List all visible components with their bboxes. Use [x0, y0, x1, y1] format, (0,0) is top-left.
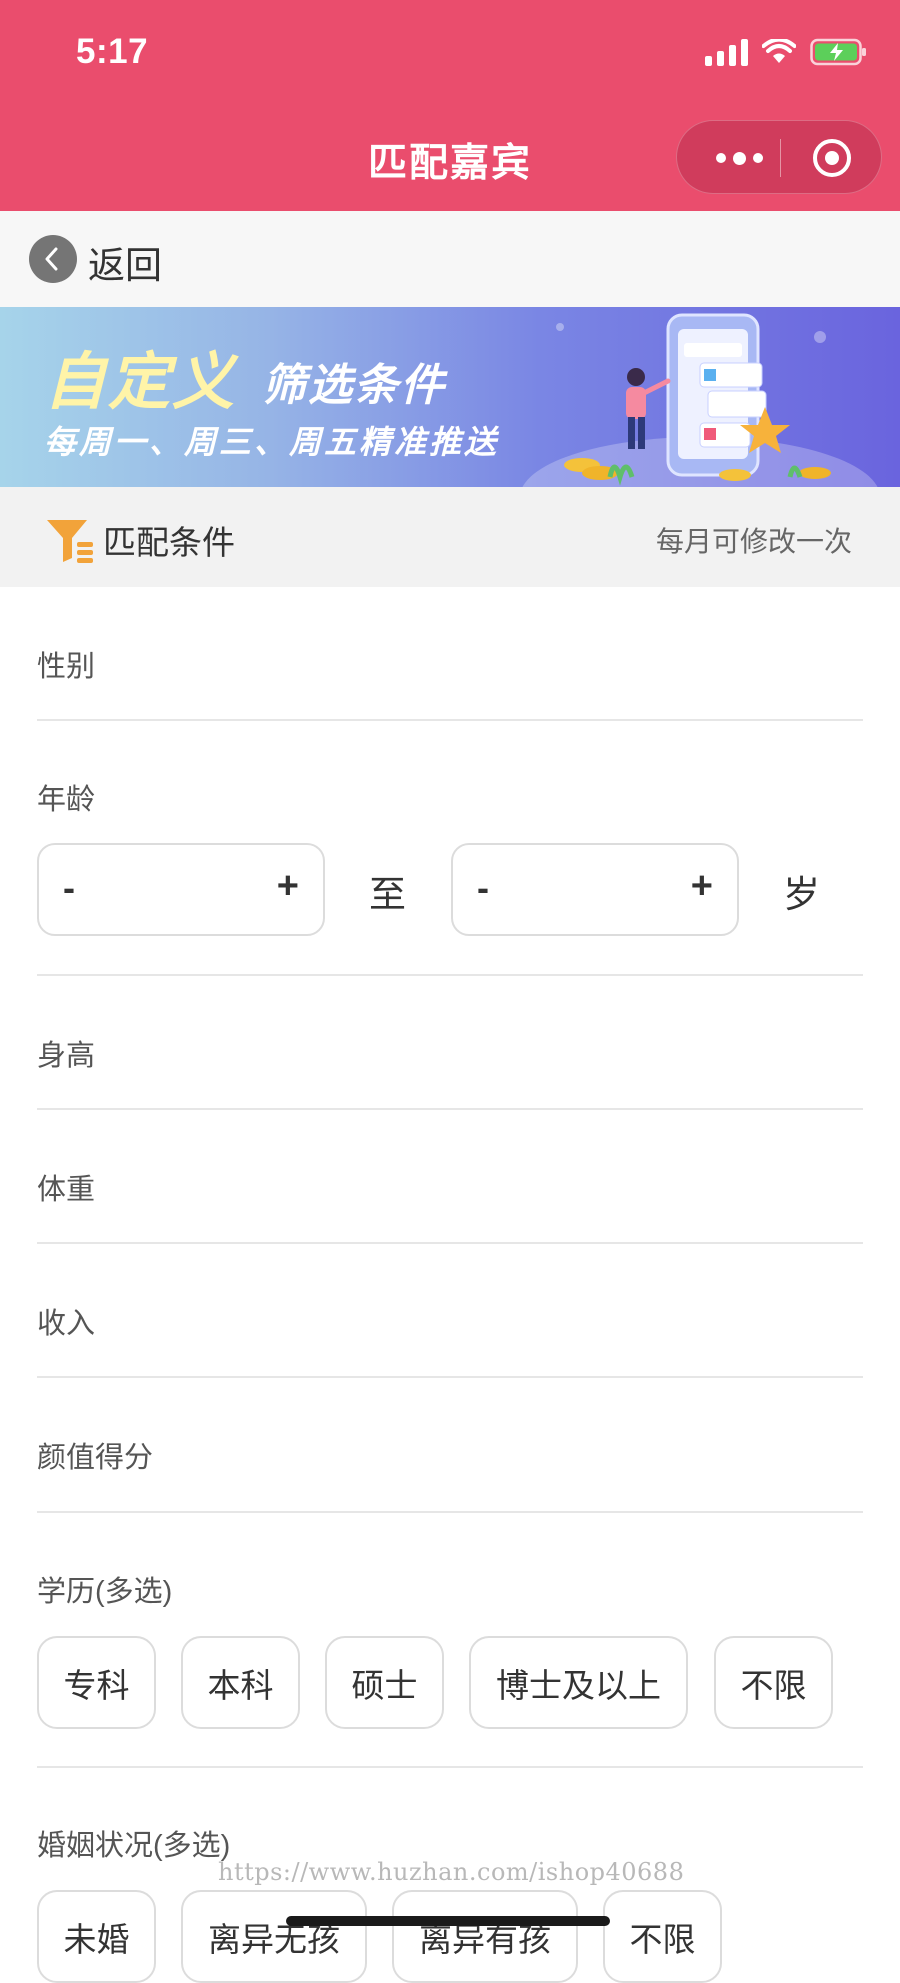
home-indicator[interactable]	[286, 1916, 610, 1926]
back-arrow-icon[interactable]	[29, 235, 77, 283]
mini-program-capsule	[676, 120, 882, 194]
education-option[interactable]: 硕士	[325, 1636, 444, 1729]
battery-charging-icon	[810, 38, 866, 66]
divider	[37, 1376, 863, 1378]
divider	[37, 1511, 863, 1513]
education-label: 学历(多选)	[37, 1576, 173, 1608]
age-min-increment-button[interactable]: +	[277, 865, 299, 908]
income-label[interactable]: 收入	[37, 1300, 95, 1342]
marital-option[interactable]: 未婚	[37, 1890, 156, 1983]
filter-icon	[47, 520, 93, 563]
target-circle-icon[interactable]	[811, 137, 853, 179]
divider	[37, 1766, 863, 1768]
promo-banner: 自定义 筛选条件 每周一、周三、周五精准推送	[0, 307, 900, 487]
education-option[interactable]: 专科	[37, 1636, 156, 1729]
top-bar: 5:17 匹配嘉宾	[0, 0, 900, 211]
looks-score-label[interactable]: 颜值得分	[37, 1434, 153, 1476]
divider	[37, 1242, 863, 1244]
divider	[37, 974, 863, 976]
conditions-note: 每月可修改一次	[655, 526, 852, 557]
marital-option[interactable]: 不限	[603, 1890, 722, 1983]
age-min-decrement-button[interactable]: -	[63, 867, 75, 909]
watermark: https://www.huzhan.com/ishop40688	[218, 1858, 685, 1886]
education-option[interactable]: 博士及以上	[469, 1636, 688, 1729]
education-option[interactable]: 本科	[181, 1636, 300, 1729]
capsule-divider	[780, 139, 781, 177]
age-max-increment-button[interactable]: +	[691, 865, 713, 908]
marital-status-label: 婚姻状况(多选)	[37, 1830, 231, 1862]
marital-option[interactable]: 离异无孩	[181, 1890, 367, 1983]
wifi-icon	[762, 39, 796, 63]
divider	[37, 1108, 863, 1110]
age-range-separator: 至	[369, 874, 406, 915]
age-max-decrement-button[interactable]: -	[477, 867, 489, 909]
weight-label[interactable]: 体重	[37, 1166, 95, 1208]
banner-subtitle: 每周一、周三、周五精准推送	[44, 424, 500, 460]
conditions-header: 匹配条件 每月可修改一次	[0, 487, 900, 587]
divider	[37, 719, 863, 721]
more-dots-icon[interactable]	[709, 143, 769, 173]
age-min-stepper[interactable]: - +	[37, 843, 325, 936]
back-row[interactable]: 返回	[0, 211, 900, 307]
age-max-stepper[interactable]: - +	[451, 843, 739, 936]
age-label: 年龄	[37, 784, 96, 816]
age-unit: 岁	[783, 874, 820, 915]
status-icons	[705, 38, 868, 66]
gender-label[interactable]: 性别	[37, 643, 95, 685]
marital-option[interactable]: 离异有孩	[392, 1890, 578, 1983]
back-label[interactable]: 返回	[88, 235, 162, 289]
banner-title-secondary: 筛选条件	[262, 361, 446, 410]
cellular-signal-icon	[705, 38, 748, 66]
conditions-title: 匹配条件	[103, 524, 235, 561]
height-label[interactable]: 身高	[37, 1032, 95, 1074]
banner-title: 自定义	[44, 348, 237, 417]
education-option[interactable]: 不限	[714, 1636, 833, 1729]
status-time: 5:17	[76, 32, 149, 71]
